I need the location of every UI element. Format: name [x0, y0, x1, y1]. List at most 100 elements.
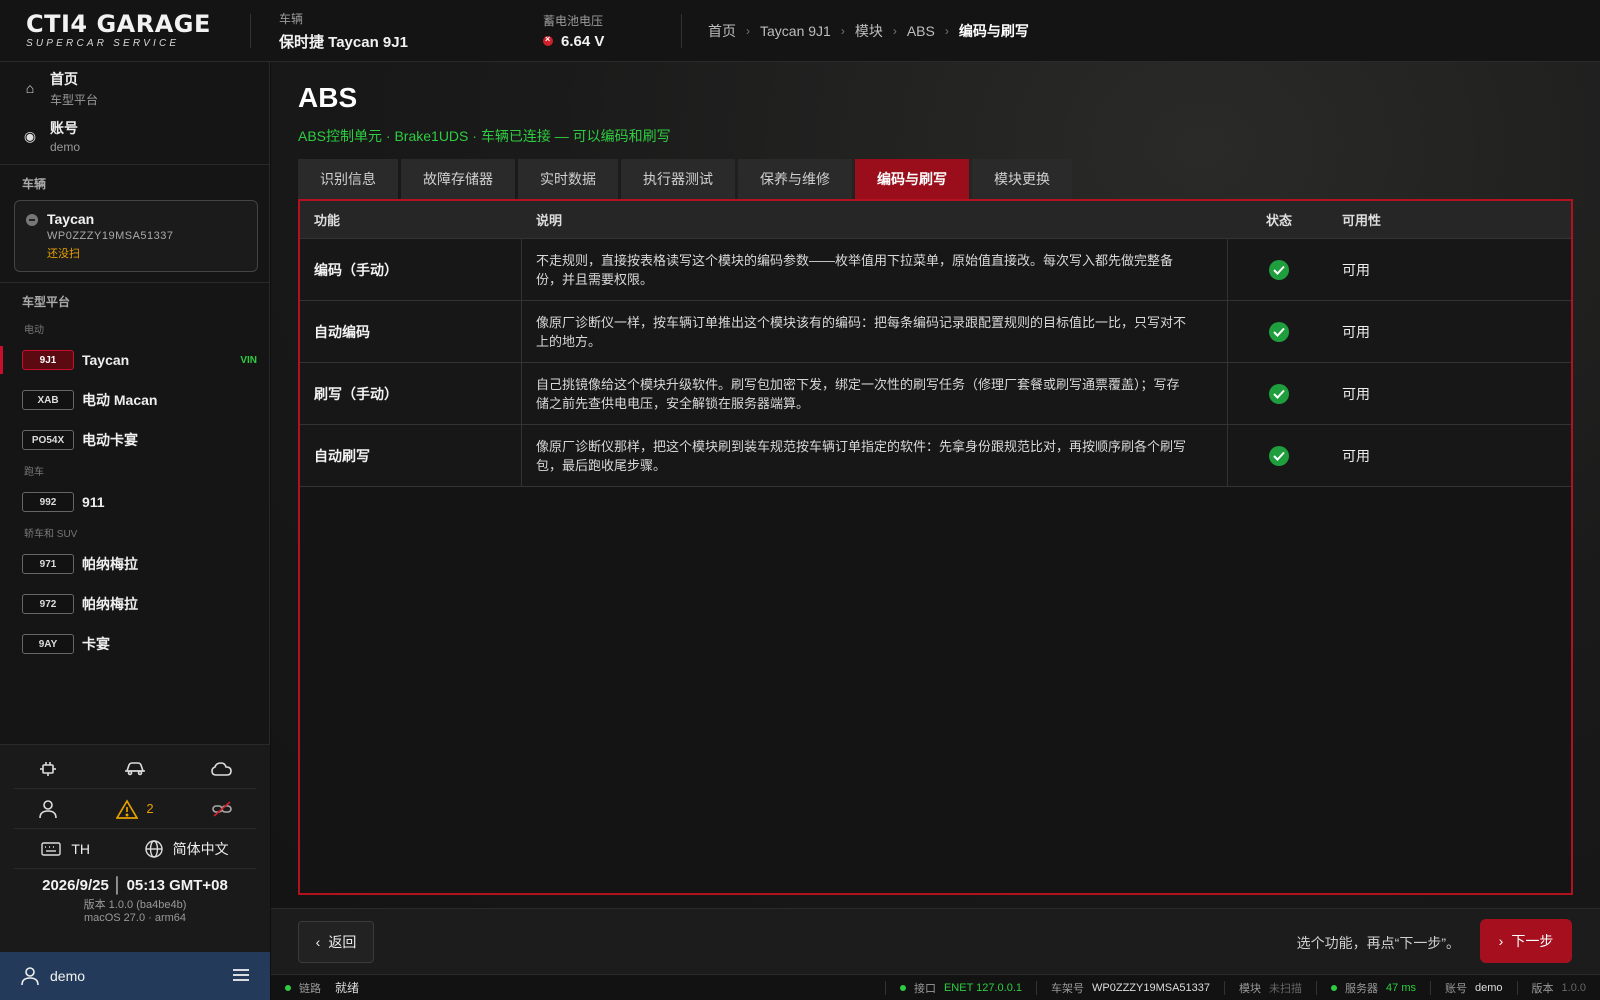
car-icon[interactable] — [123, 757, 147, 781]
platform-item-9j1[interactable]: 9J1 Taycan VIN — [0, 340, 269, 380]
chevron-right-icon: › — [1498, 933, 1504, 949]
platform-code: 9J1 — [22, 350, 74, 370]
action-footer: ‹ 返回 选个功能，再点“下一步”。 › 下一步 — [271, 908, 1600, 974]
platform-item-po54x[interactable]: PO54X 电动卡宴 — [0, 420, 269, 460]
breadcrumb-vehicle[interactable]: Taycan 9J1 — [760, 23, 831, 39]
user-icon[interactable] — [36, 797, 60, 821]
tool-row — [14, 749, 256, 789]
tab-service[interactable]: 保养与维修 — [738, 159, 852, 199]
check-icon — [1269, 321, 1289, 342]
nav-sub: demo — [50, 140, 81, 154]
platform-item-9ay[interactable]: 9AY 卡宴 — [0, 624, 269, 664]
platform-item-xab[interactable]: XAB 电动 Macan — [0, 380, 269, 420]
group-label: 跑车 — [24, 467, 44, 478]
tab-fault-memory[interactable]: 故障存储器 — [401, 159, 515, 199]
brand-name: CTI4 GARAGE — [26, 10, 211, 38]
description-line: 不走规则，直接按表格读写这个模块的编码参数——枚举值用下拉菜单，原始值直接改。每… — [536, 252, 1174, 268]
warnings[interactable]: 2 — [116, 798, 154, 819]
platform-code: 9AY — [22, 634, 74, 654]
tab-module-replacement[interactable]: 模块更换 — [972, 159, 1072, 199]
tab-coding-flashing[interactable]: 编码与刷写 — [855, 159, 969, 199]
system-info: 2026/9/25 │ 05:13 GMT+08 版本 1.0.0 (ba4be… — [0, 869, 270, 924]
os-info: macOS 27.0 · arm64 — [83, 912, 187, 924]
table-row[interactable]: 刷写（手动） 自己挑镜像给这个模块升级软件。刷写包加密下发，绑定一次性的刷写任务… — [300, 363, 1571, 425]
page-title: ABS — [298, 82, 358, 113]
vehicle-card-status: 还没扫 — [47, 248, 80, 260]
battery-label: 蓄电池电压 — [543, 13, 604, 28]
breadcrumb-current: 编码与刷写 — [958, 22, 1029, 39]
platform-code: PO54X — [22, 430, 74, 450]
battery-readout: 6.64 V — [543, 33, 653, 50]
settings-row: TH 简体中文 — [14, 829, 256, 869]
check-icon — [1269, 383, 1289, 404]
status-cell — [1228, 363, 1330, 424]
brand-logo[interactable]: CTI4 GARAGE SUPERCAR SERVICE — [0, 12, 250, 49]
next-button[interactable]: › 下一步 — [1480, 919, 1572, 963]
status-cell — [1228, 425, 1330, 486]
description-line: 储之前先查供电电压，安全解锁在服务器端算。 — [536, 395, 810, 411]
availability: 可用 — [1342, 447, 1370, 464]
tab-live-data[interactable]: 实时数据 — [518, 159, 618, 199]
status-link-label: 链路 — [299, 982, 321, 995]
status-account-value: demo — [1475, 981, 1503, 994]
radio-icon: ◉ — [23, 127, 37, 144]
datetime: 2026/9/25 │ 05:13 GMT+08 — [42, 877, 228, 894]
description-line: 像原厂诊断仪一样，按车辆订单推出这个模块该有的编码：把每条编码记录跟配置规则的目… — [536, 314, 1187, 330]
chevron-right-icon: › — [840, 23, 845, 38]
platform-item-992[interactable]: 992 911 — [0, 482, 269, 522]
language-button[interactable]: 简体中文 — [144, 839, 229, 859]
page-subtitle: ABS控制单元 · Brake1UDS · 车辆已连接 — 可以编码和刷写 — [298, 128, 671, 144]
status-cell — [1228, 239, 1330, 300]
keyboard-label: TH — [71, 840, 90, 857]
table-row[interactable]: 自动刷写 像原厂诊断仪那样，把这个模块刷到装车规范按车辆订单指定的软件：先拿身份… — [300, 425, 1571, 487]
status-server-label: 服务器 — [1345, 982, 1379, 995]
function-table: 功能 说明 状态 可用性 编码（手动） 不走规则，直接按表格读写这个模块的编码参… — [298, 199, 1573, 895]
status-server: 服务器 47 ms — [1316, 980, 1430, 995]
group-label: 轿车和 SUV — [24, 529, 78, 540]
function-description: 像原厂诊断仪那样，把这个模块刷到装车规范按车辆订单指定的软件：先拿身份跟规范比对… — [522, 425, 1228, 486]
availability: 可用 — [1342, 385, 1370, 402]
sidebar: ⌂ 首页 车型平台 ◉ 账号 demo 车辆 Taycan WP0ZZZY19M… — [0, 62, 270, 1000]
back-button[interactable]: ‹ 返回 — [298, 921, 374, 963]
menu-icon[interactable] — [232, 968, 250, 985]
keyboard-layout-button[interactable]: TH — [41, 841, 90, 857]
plug-icon[interactable] — [36, 757, 60, 781]
function-name: 刷写（手动） — [300, 363, 522, 424]
tool-row: 2 — [14, 789, 256, 829]
username: demo — [50, 968, 86, 984]
platform-item-972[interactable]: 972 帕纳梅拉 — [0, 584, 269, 624]
error-icon — [543, 34, 553, 46]
table-row[interactable]: 自动编码 像原厂诊断仪一样，按车辆订单推出这个模块该有的编码：把每条编码记录跟配… — [300, 301, 1571, 363]
function-name: 自动编码 — [300, 301, 522, 362]
function-name: 编码（手动） — [300, 239, 522, 300]
availability: 可用 — [1342, 261, 1370, 278]
table-row[interactable]: 编码（手动） 不走规则，直接按表格读写这个模块的编码参数——枚举值用下拉菜单，原… — [300, 239, 1571, 301]
vehicle-section-label: 车辆 — [22, 177, 47, 191]
status-icon — [26, 214, 38, 226]
cloud-icon[interactable] — [210, 757, 234, 781]
column-header-availability: 可用性 — [1342, 213, 1382, 228]
link-off-icon[interactable] — [210, 797, 234, 821]
sidebar-item-account[interactable]: ◉ 账号 demo — [0, 112, 269, 160]
status-port-label: 接口 — [913, 982, 936, 995]
platform-name: 帕纳梅拉 — [82, 556, 138, 572]
breadcrumb-abs[interactable]: ABS — [907, 23, 935, 39]
platform-name: 电动 Macan — [82, 392, 158, 408]
breadcrumb-modules[interactable]: 模块 — [855, 21, 883, 41]
platform-section-label: 车型平台 — [22, 295, 71, 309]
vehicle-card[interactable]: Taycan WP0ZZZY19MSA51337 还没扫 — [14, 200, 258, 272]
tab-identification[interactable]: 识别信息 — [298, 159, 398, 199]
breadcrumb-home[interactable]: 首页 — [708, 21, 736, 41]
breadcrumb: 首页 › Taycan 9J1 › 模块 › ABS › 编码与刷写 — [682, 21, 1029, 41]
status-port-value: ENET 127.0.0.1 — [943, 981, 1023, 994]
vehicle-info: 车辆 保时捷 Taycan 9J1 — [251, 10, 521, 52]
chevron-left-icon: ‹ — [315, 934, 321, 950]
tab-actuator-test[interactable]: 执行器测试 — [621, 159, 735, 199]
column-header-status: 状态 — [1265, 213, 1292, 228]
footer-hint: 选个功能，再点“下一步”。 — [1296, 935, 1460, 951]
sidebar-item-home[interactable]: ⌂ 首页 车型平台 — [0, 64, 269, 112]
user-bar[interactable]: demo — [0, 952, 270, 1000]
platform-item-971[interactable]: 971 帕纳梅拉 — [0, 544, 269, 584]
status-port: 接口 ENET 127.0.0.1 — [884, 980, 1036, 995]
platform-name: 帕纳梅拉 — [82, 596, 138, 612]
